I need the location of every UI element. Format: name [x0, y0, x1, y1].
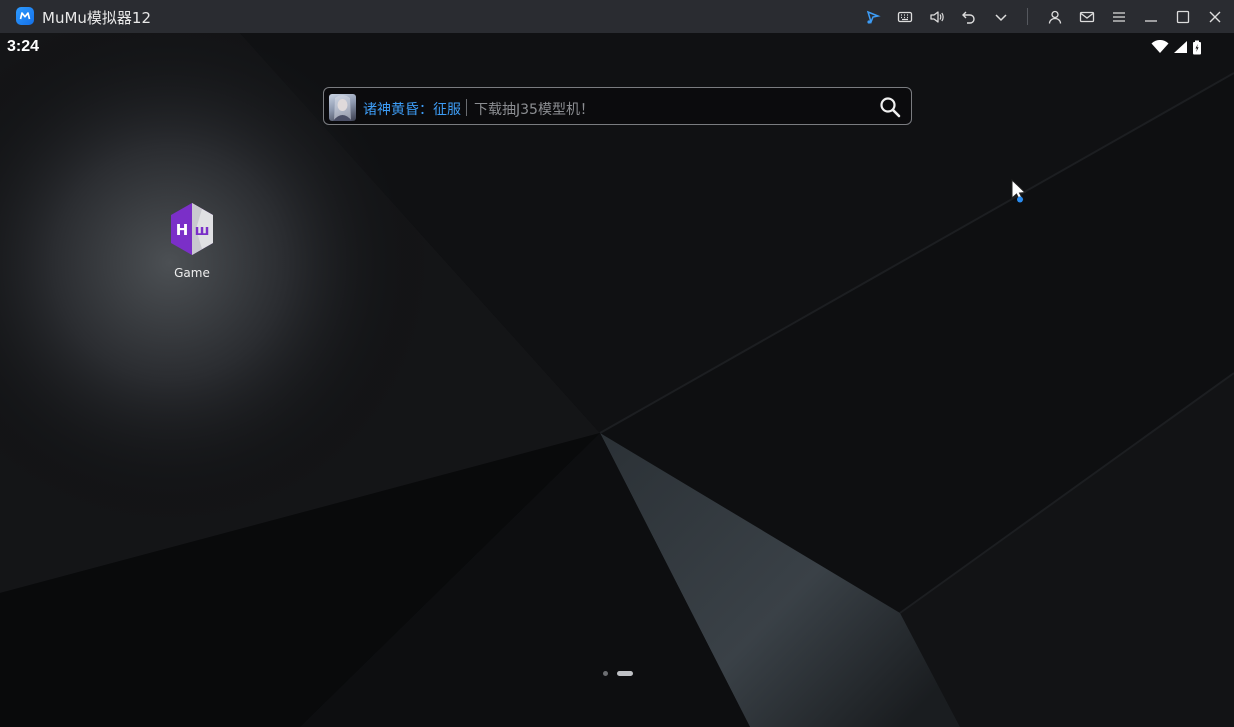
promo-game-thumbnail[interactable]: [329, 94, 356, 121]
keyboard-icon[interactable]: [896, 8, 914, 26]
page-dot-2[interactable]: [617, 671, 633, 676]
search-divider: [466, 99, 467, 116]
window-titlebar: MuMu模拟器12: [0, 0, 1234, 33]
page-indicator: [601, 670, 635, 678]
wallpaper: [0, 33, 1234, 727]
svg-text:H: H: [176, 221, 189, 239]
status-time: 3:24: [7, 38, 40, 55]
cursor-mode-icon[interactable]: [864, 8, 882, 26]
volume-icon[interactable]: [928, 8, 946, 26]
page-dot-1[interactable]: [603, 671, 608, 676]
android-screen[interactable]: 3:24 诸神黄昏：征服 下载抽J35模型机！ H ш Game: [0, 33, 1234, 727]
hw-game-icon[interactable]: H ш: [168, 201, 216, 257]
account-icon[interactable]: [1046, 8, 1064, 26]
mouse-cursor-icon: [1011, 179, 1027, 203]
search-bar[interactable]: 诸神黄昏：征服 下载抽J35模型机！: [323, 87, 912, 125]
maximize-icon[interactable]: [1174, 8, 1192, 26]
app-label: Game: [174, 266, 210, 280]
status-icons: [1151, 39, 1202, 55]
search-icon[interactable]: [879, 96, 901, 118]
battery-icon: [1193, 40, 1201, 54]
menu-icon[interactable]: [1110, 8, 1128, 26]
close-icon[interactable]: [1206, 8, 1224, 26]
wifi-icon: [1151, 40, 1169, 53]
chevron-down-icon[interactable]: [992, 8, 1010, 26]
svg-text:ш: ш: [195, 223, 210, 239]
search-input[interactable]: 下载抽J35模型机！: [474, 99, 594, 119]
app-game[interactable]: H ш Game: [162, 201, 222, 280]
mail-icon[interactable]: [1078, 8, 1096, 26]
toolbar-divider: [1027, 8, 1028, 25]
mumu-logo-icon: [16, 7, 34, 25]
window-title: MuMu模拟器12: [42, 9, 151, 27]
search-promo-text[interactable]: 诸神黄昏：征服: [363, 99, 461, 119]
signal-icon: [1174, 41, 1187, 53]
back-icon[interactable]: [960, 8, 978, 26]
minimize-icon[interactable]: [1142, 8, 1160, 26]
